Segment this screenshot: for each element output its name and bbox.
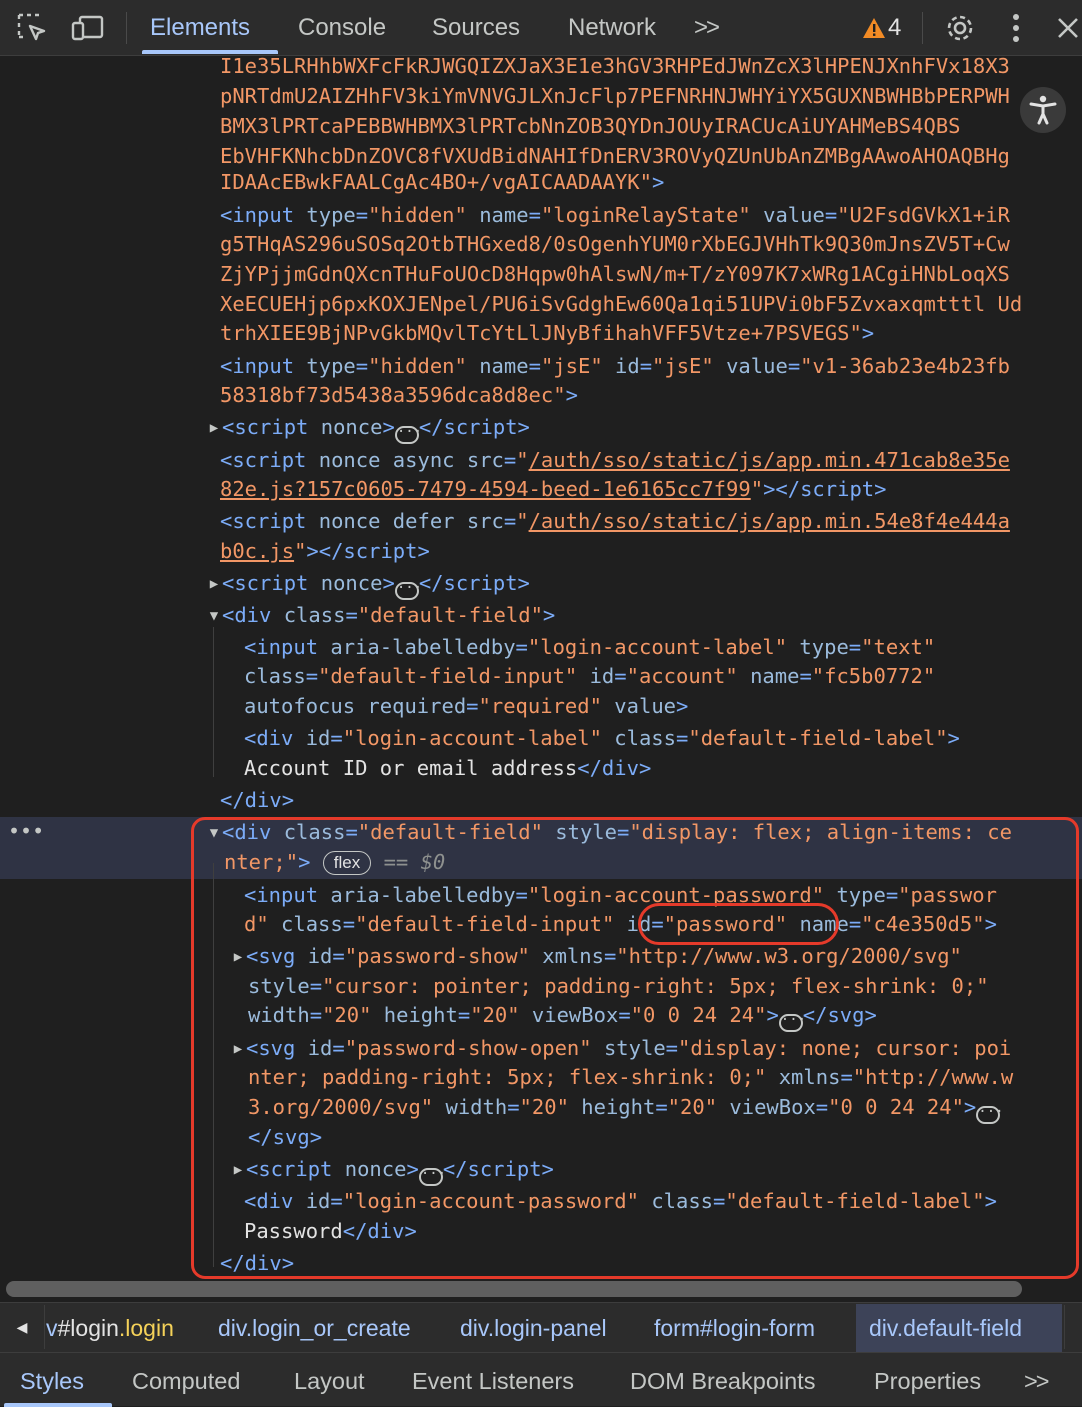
breadcrumb-item-login-or-create[interactable]: div.login_or_create: [218, 1315, 411, 1342]
devtools-toolbar: Elements Console Sources Network >> 4: [0, 0, 1082, 56]
inspect-icon[interactable]: [14, 10, 50, 46]
script-src-link[interactable]: /auth/sso/static/js/app.min.54e8f4e444a: [529, 509, 1010, 533]
breadcrumb-item-login-panel[interactable]: div.login-panel: [460, 1315, 607, 1342]
annotation-red-box: [191, 817, 1079, 1279]
dom-node-input-account[interactable]: <input aria-labelledby="login-account-la…: [0, 632, 1082, 662]
more-sidebar-tabs-button[interactable]: >>: [1024, 1368, 1049, 1395]
more-tabs-button[interactable]: >>: [694, 14, 720, 42]
scrollbar-thumb[interactable]: [6, 1281, 1022, 1297]
dom-node-script-defer[interactable]: <script nonce defer src="/auth/sso/stati…: [0, 506, 1082, 536]
accessibility-tree-button[interactable]: [1020, 87, 1066, 133]
dom-node-script-async[interactable]: <script nonce async src="/auth/sso/stati…: [0, 445, 1082, 475]
warning-count: 4: [888, 14, 902, 41]
warnings-button[interactable]: 4: [862, 14, 901, 42]
dom-node-input-relay[interactable]: <input type="hidden" name="loginRelaySta…: [0, 200, 1082, 230]
tab-console[interactable]: Console: [298, 14, 386, 42]
breadcrumb-item-default-field[interactable]: div.default-field: [869, 1315, 1022, 1342]
sidebar-tabs: Styles Computed Layout Event Listeners D…: [0, 1352, 1082, 1407]
tab-properties[interactable]: Properties: [874, 1368, 981, 1395]
tab-event-listeners[interactable]: Event Listeners: [412, 1368, 574, 1395]
tab-sources[interactable]: Sources: [432, 14, 520, 42]
dom-node-input-jse[interactable]: <input type="hidden" name="jsE" id="jsE"…: [0, 351, 1082, 381]
annotation-red-ellipse: [638, 903, 839, 945]
dom-node-div-default-field[interactable]: ▼ <div class="default-field">: [0, 600, 1082, 630]
close-icon[interactable]: [1050, 10, 1082, 46]
breadcrumb-item-login[interactable]: v#login.login: [46, 1315, 174, 1342]
settings-gear-icon[interactable]: [942, 10, 978, 46]
script-src-link[interactable]: /auth/sso/static/js/app.min.471cab8e35e: [529, 448, 1010, 472]
tab-elements[interactable]: Elements: [150, 14, 250, 42]
breadcrumb: ◀ v#login.login div.login_or_create div.…: [0, 1302, 1082, 1352]
accessibility-icon: [1029, 95, 1057, 125]
breadcrumb-scroll-left-icon[interactable]: ◀: [0, 1305, 45, 1349]
tab-styles[interactable]: Styles: [20, 1368, 84, 1395]
dom-node-div-account-label[interactable]: <div id="login-account-label" class="def…: [0, 723, 1082, 753]
tab-layout[interactable]: Layout: [294, 1368, 365, 1395]
device-toggle-icon[interactable]: [70, 10, 106, 46]
warning-icon: [863, 18, 885, 38]
breadcrumb-scroll-right[interactable]: [1064, 1305, 1082, 1349]
elements-tree: ••• I1e35LRHhbWXFcFkRJWGQIZXJaX3E1e3hGV3…: [0, 57, 1082, 1279]
dom-node-script-inline[interactable]: ▶ <script nonce> ···</script>: [0, 412, 1082, 444]
dom-node-script-inline[interactable]: ▶ <script nonce> ···</script>: [0, 568, 1082, 600]
horizontal-scrollbar[interactable]: [0, 1279, 1082, 1301]
tab-network[interactable]: Network: [568, 14, 656, 42]
kebab-menu-icon[interactable]: [998, 10, 1034, 46]
breadcrumb-item-login-form[interactable]: form#login-form: [654, 1315, 815, 1342]
tab-dom-breakpoints[interactable]: DOM Breakpoints: [630, 1368, 815, 1395]
tab-computed[interactable]: Computed: [132, 1368, 240, 1395]
